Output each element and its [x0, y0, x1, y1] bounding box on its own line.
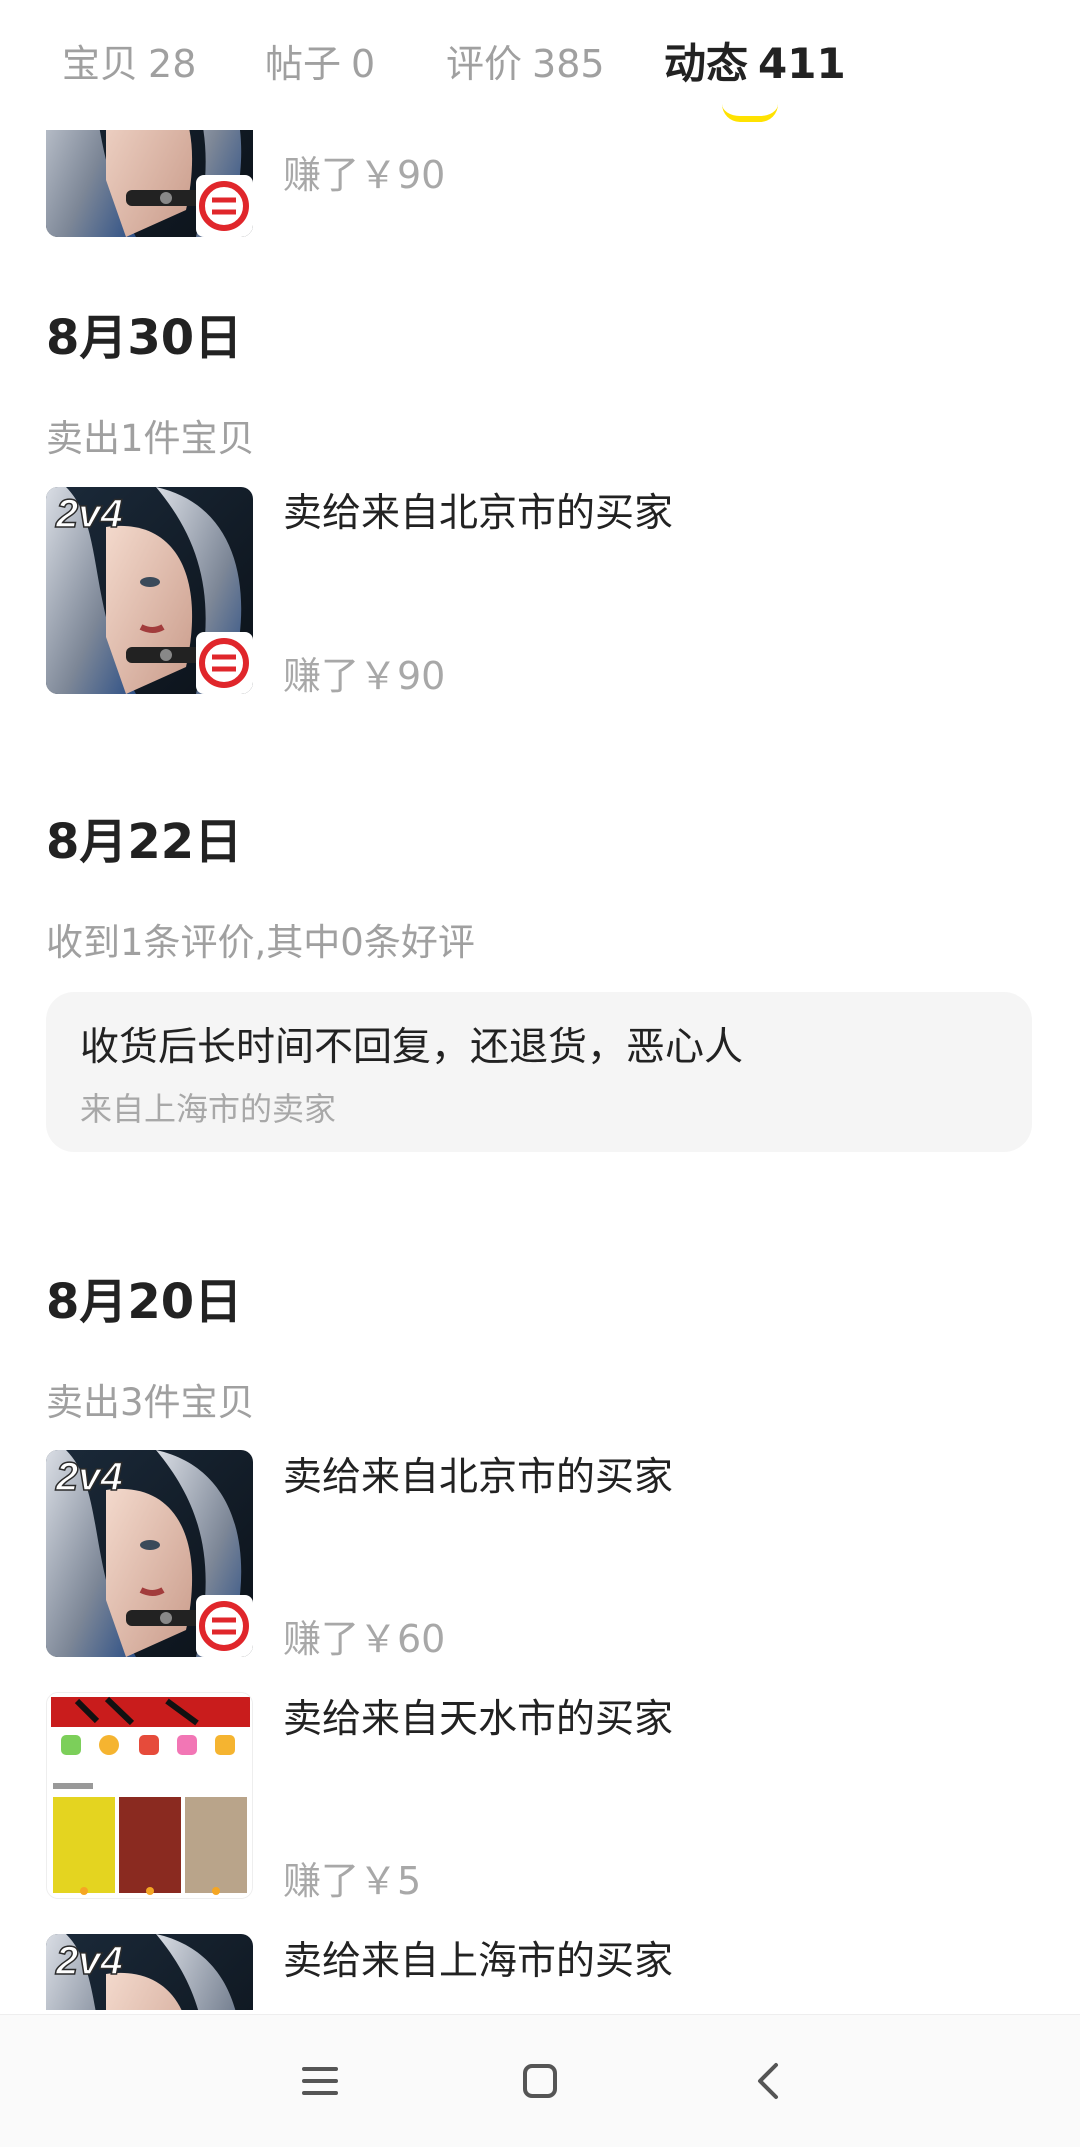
item-title[interactable]: 卖给来自北京市的买家 [283, 482, 673, 538]
profile-tabs: 宝贝 28 帖子 0 评价 385 动态 411 [0, 0, 1080, 130]
item-earned: 赚了￥60 [283, 1617, 446, 1661]
tab-posts-count: 0 [351, 42, 376, 86]
tab-activity-label: 动态 [664, 39, 749, 88]
tab-activity-count: 411 [758, 39, 846, 88]
tab-activity[interactable]: 动态 411 [664, 34, 846, 94]
item-earned: 赚了￥90 [283, 654, 446, 698]
tab-reviews-count: 385 [532, 42, 605, 86]
home-square-icon[interactable] [510, 2051, 570, 2111]
tab-posts[interactable]: 帖子 0 [265, 34, 375, 94]
date-header-aug22: 8月22日 [46, 814, 243, 870]
partial-item-earned: 赚了￥90 [283, 153, 446, 197]
review-card[interactable]: 收货后长时间不回复，还退货，恶心人 来自上海市的卖家 [46, 992, 1032, 1152]
date-header-aug30: 8月30日 [46, 310, 243, 366]
thumb-logo-text: 2v4 [55, 1455, 123, 1499]
thumb-logo-text: 2v4 [55, 492, 123, 536]
item-title[interactable]: 卖给来自上海市的买家 [283, 1930, 673, 1986]
thumb-logo-text: 2v4 [55, 1939, 123, 1983]
app-screenshot-thumbnail-icon[interactable] [46, 1692, 253, 1899]
tab-reviews[interactable]: 评价 385 [446, 34, 605, 94]
tab-posts-label: 帖子 [265, 42, 342, 86]
tab-reviews-label: 评价 [446, 42, 523, 86]
game-thumbnail-2v4-icon[interactable]: 2v4 [46, 487, 253, 694]
activity-feed[interactable]: 赚了￥90 8月30日 卖出1件宝贝 2v4 卖给来自北京市的买家 赚了￥90 … [0, 130, 1080, 2010]
item-title[interactable]: 卖给来自北京市的买家 [283, 1446, 673, 1502]
item-earned: 赚了￥5 [283, 1859, 422, 1903]
menu-icon[interactable] [290, 2051, 350, 2111]
review-from: 来自上海市的卖家 [80, 1090, 337, 1128]
date-header-aug20: 8月20日 [46, 1274, 243, 1330]
summary-aug20: 卖出3件宝贝 [46, 1381, 255, 1424]
item-title[interactable]: 卖给来自天水市的买家 [283, 1688, 673, 1744]
game-thumbnail-2v4-icon[interactable]: 2v4 [46, 1450, 253, 1657]
review-text: 收货后长时间不回复，还退货，恶心人 [80, 1025, 744, 1070]
tab-items-label: 宝贝 [62, 42, 139, 86]
tab-items-count: 28 [148, 42, 197, 86]
summary-aug30: 卖出1件宝贝 [46, 417, 255, 460]
game-thumbnail-2v4-icon[interactable]: 2v4 [46, 1934, 253, 2010]
active-tab-indicator [722, 104, 778, 122]
summary-aug22: 收到1条评价,其中0条好评 [46, 921, 475, 964]
back-chevron-icon[interactable] [740, 2051, 800, 2111]
game-thumbnail-2v4-icon[interactable] [46, 130, 253, 237]
system-nav-bar [0, 2014, 1080, 2147]
tab-items[interactable]: 宝贝 28 [62, 34, 196, 94]
